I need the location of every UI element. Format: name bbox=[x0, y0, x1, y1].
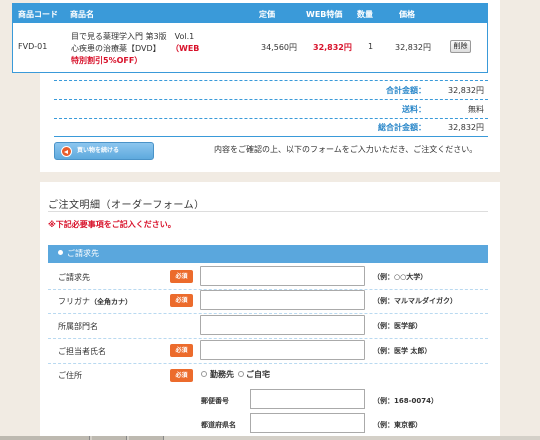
billing-label: ご請求先 bbox=[58, 273, 90, 282]
prefecture-input[interactable] bbox=[250, 413, 365, 433]
required-badge: 必須 bbox=[170, 344, 193, 357]
prefecture-example: （例：東京都） bbox=[373, 421, 422, 429]
item-web-price: 32,832円 bbox=[313, 43, 352, 52]
billing-input[interactable] bbox=[200, 266, 365, 286]
department-input[interactable] bbox=[200, 315, 365, 335]
divider bbox=[48, 338, 488, 339]
department-example: （例：医学部） bbox=[373, 322, 422, 330]
contact-example: （例：医学 太郎） bbox=[373, 347, 432, 355]
furigana-label: フリガナ（全角カナ） bbox=[58, 296, 132, 307]
col-header-web-price: WEB特価 bbox=[306, 10, 343, 19]
contact-input[interactable] bbox=[200, 340, 365, 360]
required-badge: 必須 bbox=[170, 369, 193, 382]
taskbar-item[interactable] bbox=[92, 436, 127, 440]
furigana-example: （例：マルマルダイガク） bbox=[373, 297, 457, 305]
back-arrow-icon bbox=[61, 146, 72, 157]
cart-note: 内容をご確認の上、以下のフォームをご入力いただき、ご注文ください。 bbox=[214, 145, 478, 154]
shipping-row: 送料： 無料 bbox=[54, 100, 488, 118]
col-header-total: 価格 bbox=[399, 10, 415, 19]
shipping-value: 無料 bbox=[468, 105, 484, 114]
divider bbox=[48, 363, 488, 364]
section-label: ご請求先 bbox=[67, 249, 99, 258]
form-title: ご注文明細（オーダーフォーム） bbox=[48, 200, 205, 211]
required-badge: 必須 bbox=[170, 270, 193, 283]
subtotal-value: 32,832円 bbox=[448, 86, 484, 95]
bullet-icon bbox=[58, 250, 63, 255]
furigana-label-text: フリガナ bbox=[58, 297, 90, 306]
section-header-billing: ご請求先 bbox=[48, 245, 488, 263]
col-header-qty: 数量 bbox=[357, 10, 373, 19]
radio-home[interactable] bbox=[238, 371, 244, 377]
furigana-label-sub: （全角カナ） bbox=[90, 298, 132, 306]
divider bbox=[54, 136, 488, 137]
required-badge: 必須 bbox=[170, 294, 193, 307]
item-code: FVD-01 bbox=[18, 42, 48, 51]
item-price: 34,560円 bbox=[261, 43, 297, 52]
delete-item-button[interactable]: 削除 bbox=[450, 40, 471, 53]
cart-table-header: 商品コード 商品名 定価 WEB特価 数量 価格 bbox=[12, 3, 488, 23]
required-note: ※下記必要事項をご記入ください。 bbox=[48, 220, 176, 229]
postal-input[interactable] bbox=[250, 389, 365, 409]
divider bbox=[48, 313, 488, 314]
item-total: 32,832円 bbox=[395, 43, 431, 52]
taskbar bbox=[0, 436, 540, 440]
continue-shopping-label: 買い物を続ける bbox=[77, 147, 120, 154]
postal-example: （例：168-0074） bbox=[373, 397, 438, 405]
billing-example: （例：○○大学） bbox=[373, 273, 428, 281]
shipping-label: 送料： bbox=[402, 105, 426, 114]
prefecture-label: 都道府県名 bbox=[201, 421, 236, 429]
contact-label: ご担当者氏名 bbox=[58, 347, 106, 356]
divider bbox=[48, 211, 488, 212]
item-name-line1: 目で見る薬理学入門 第3版 Vol.1 bbox=[71, 32, 195, 41]
taskbar-item[interactable] bbox=[129, 436, 164, 440]
col-header-price: 定価 bbox=[259, 10, 275, 19]
continue-shopping-button[interactable]: 買い物を続ける bbox=[54, 142, 154, 160]
taskbar-item[interactable] bbox=[0, 436, 90, 440]
cart-item-row: FVD-01 目で見る薬理学入門 第3版 Vol.1 心疾患の治療薬【DVD】 … bbox=[12, 23, 488, 73]
grand-total-row: 総合計金額： 32,832円 bbox=[54, 118, 488, 136]
col-header-code: 商品コード bbox=[18, 10, 58, 19]
subtotal-row: 合計金額： 32,832円 bbox=[54, 81, 488, 99]
col-header-name: 商品名 bbox=[70, 10, 94, 19]
item-name-line2: 心疾患の治療薬【DVD】 bbox=[71, 44, 161, 53]
item-web-tag: （WEB bbox=[171, 44, 200, 53]
radio-home-label: ご自宅 bbox=[246, 370, 270, 379]
item-web-discount: 特別割引5%OFF） bbox=[71, 56, 143, 65]
grand-total-value: 32,832円 bbox=[448, 123, 484, 132]
grand-total-label: 総合計金額： bbox=[378, 123, 426, 132]
postal-label: 郵便番号 bbox=[201, 397, 229, 405]
department-label: 所属部門名 bbox=[58, 322, 98, 331]
subtotal-label: 合計金額： bbox=[386, 86, 426, 95]
item-qty: 1 bbox=[368, 42, 374, 51]
furigana-input[interactable] bbox=[200, 290, 365, 310]
radio-work[interactable] bbox=[201, 371, 207, 377]
address-label: ご住所 bbox=[58, 371, 82, 380]
radio-work-label: 勤務先 bbox=[210, 370, 234, 379]
